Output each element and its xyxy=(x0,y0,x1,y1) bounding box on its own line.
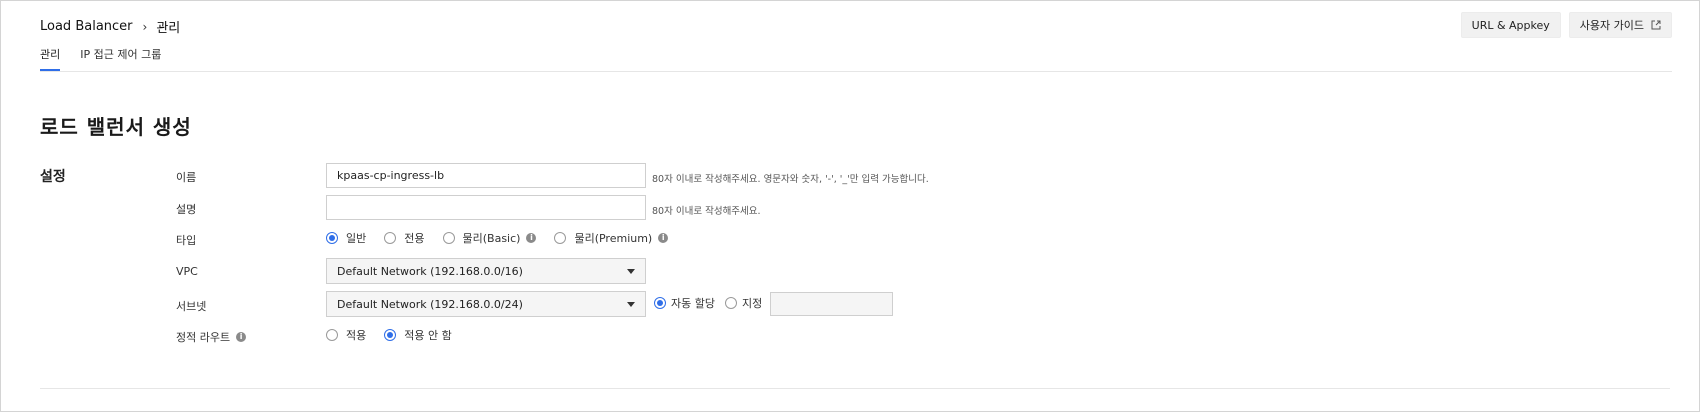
radio-icon xyxy=(384,329,397,341)
name-input[interactable]: kpaas-cp-ingress-lb xyxy=(326,163,646,188)
type-option-label: 전용 xyxy=(404,232,425,245)
type-option-label: 일반 xyxy=(346,232,367,245)
subnet-ip-input[interactable] xyxy=(770,292,893,316)
tab-bar: 관리 IP 접근 제어 그룹 xyxy=(40,46,161,71)
description-input[interactable] xyxy=(326,195,646,220)
tab-label: IP 접근 제어 그룹 xyxy=(80,48,162,61)
subnet-label: 서브넷 xyxy=(176,300,207,313)
static-route-option-not-apply[interactable]: 적용 안 함 xyxy=(384,327,452,343)
description-help-text: 80자 이내로 작성해주세요. xyxy=(652,206,761,217)
tab-divider xyxy=(40,71,1672,72)
type-label: 타입 xyxy=(176,234,197,247)
type-option-physical-basic[interactable]: 물리(Basic) i xyxy=(442,230,537,246)
type-option-label: 물리(Premium) xyxy=(574,232,653,245)
tab-manage[interactable]: 관리 xyxy=(40,46,61,71)
type-option-dedicated[interactable]: 전용 xyxy=(384,230,425,246)
window-frame xyxy=(0,0,1700,412)
subnet-assign-radio-group: 자동 할당 지정 xyxy=(654,295,780,311)
type-option-general[interactable]: 일반 xyxy=(326,230,366,246)
static-route-option-label: 적용 안 함 xyxy=(404,329,452,342)
static-route-label-text: 정적 라우트 xyxy=(176,331,231,344)
caret-down-icon xyxy=(627,301,635,307)
type-option-label: 물리(Basic) xyxy=(462,232,521,245)
subnet-select[interactable]: Default Network (192.168.0.0/24) xyxy=(326,291,646,317)
description-label: 설명 xyxy=(176,203,197,216)
radio-icon xyxy=(384,232,397,244)
vpc-label: VPC xyxy=(176,265,198,278)
breadcrumb-current: 관리 xyxy=(156,21,181,36)
breadcrumb: Load Balancer › 관리 xyxy=(40,17,180,36)
tab-label: 관리 xyxy=(40,48,61,61)
vpc-select-value: Default Network (192.168.0.0/16) xyxy=(337,264,523,278)
info-icon[interactable]: i xyxy=(658,233,669,243)
header-actions: URL & Appkey 사용자 가이드 xyxy=(1460,12,1672,38)
subnet-option-label: 지정 xyxy=(741,297,763,310)
page-title: 로드 밸런서 생성 xyxy=(40,115,192,139)
user-guide-button[interactable]: 사용자 가이드 xyxy=(1568,12,1672,38)
external-link-icon xyxy=(1651,20,1661,30)
radio-icon xyxy=(442,232,455,244)
subnet-option-specify[interactable]: 지정 xyxy=(724,295,763,311)
subnet-option-label: 자동 할당 xyxy=(671,297,715,310)
breadcrumb-root[interactable]: Load Balancer xyxy=(40,19,133,34)
url-appkey-button[interactable]: URL & Appkey xyxy=(1460,12,1561,38)
radio-icon xyxy=(326,329,338,341)
caret-down-icon xyxy=(627,268,635,274)
user-guide-label: 사용자 가이드 xyxy=(1579,19,1644,32)
section-title: 설정 xyxy=(40,169,66,185)
static-route-option-label: 적용 xyxy=(346,329,367,342)
name-help-text: 80자 이내로 작성해주세요. 영문자와 숫자, '-', '_'만 입력 가능… xyxy=(652,174,929,185)
subnet-option-auto[interactable]: 자동 할당 xyxy=(654,295,715,311)
tab-ip-access-control[interactable]: IP 접근 제어 그룹 xyxy=(80,46,161,71)
url-appkey-label: URL & Appkey xyxy=(1471,18,1550,32)
chevron-right-icon: › xyxy=(142,19,148,34)
static-route-radio-group: 적용 적용 안 함 xyxy=(326,327,470,343)
type-radio-group: 일반 전용 물리(Basic) i 물리(Premium) i xyxy=(326,230,686,246)
name-label: 이름 xyxy=(176,171,197,184)
info-icon[interactable]: i xyxy=(236,332,247,342)
radio-icon xyxy=(654,297,666,309)
info-icon[interactable]: i xyxy=(526,233,537,243)
subnet-select-value: Default Network (192.168.0.0/24) xyxy=(337,297,523,311)
radio-icon xyxy=(724,297,737,309)
static-route-label: 정적 라우트 i xyxy=(176,329,247,345)
section-divider xyxy=(40,388,1670,389)
type-option-physical-premium[interactable]: 물리(Premium) i xyxy=(554,230,669,246)
radio-icon xyxy=(326,232,338,244)
vpc-select[interactable]: Default Network (192.168.0.0/16) xyxy=(326,258,646,284)
static-route-option-apply[interactable]: 적용 xyxy=(326,327,366,343)
radio-icon xyxy=(554,232,567,244)
